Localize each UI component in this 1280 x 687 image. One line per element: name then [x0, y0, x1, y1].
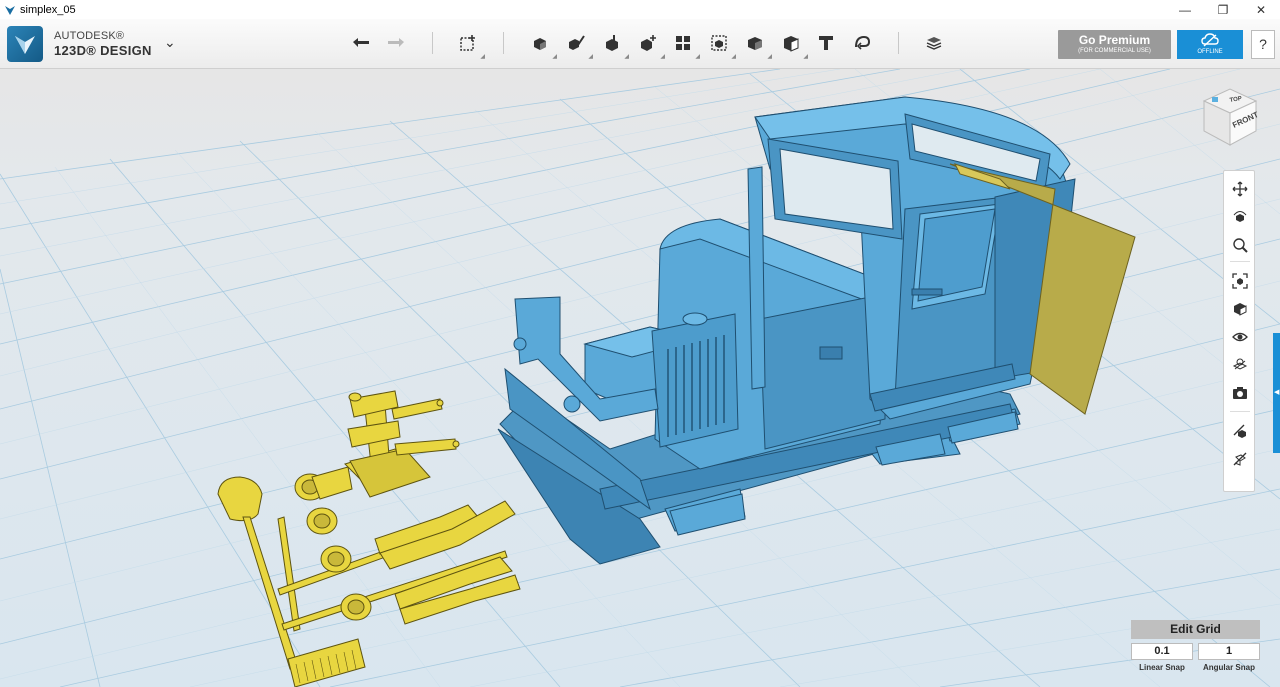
- close-button[interactable]: ✕: [1242, 0, 1280, 19]
- snap-icon[interactable]: [851, 32, 873, 54]
- autodesk-logo-icon: [15, 36, 35, 54]
- side-panel-toggle[interactable]: ◀: [1273, 333, 1280, 453]
- app-toolbar: AUTODESK® 123D® DESIGN ⌄ ◢ ◢ ◢ ◢ ◢ ◢ ◢ ◢: [0, 19, 1280, 69]
- modify-icon[interactable]: ◢: [601, 32, 629, 60]
- brand-company: AUTODESK®: [54, 30, 125, 42]
- materials-view-icon[interactable]: [1230, 355, 1250, 375]
- view-cube[interactable]: TOP FRONT: [1198, 83, 1260, 149]
- screenshot-icon[interactable]: [1230, 383, 1250, 403]
- grouping-icon[interactable]: ◢: [672, 32, 700, 60]
- app-logo-icon: [5, 5, 15, 15]
- visibility-icon[interactable]: [1230, 327, 1250, 347]
- pattern-icon[interactable]: ◢: [637, 32, 665, 60]
- view-cube-icon: TOP FRONT: [1202, 88, 1260, 146]
- fit-icon[interactable]: [1230, 271, 1250, 291]
- linear-snap-label: Linear Snap: [1139, 663, 1185, 672]
- views-icon[interactable]: [1230, 299, 1250, 319]
- restore-button[interactable]: ❐: [1204, 0, 1242, 19]
- minimize-button[interactable]: —: [1166, 0, 1204, 19]
- app-menu-chevron-icon[interactable]: ⌄: [164, 34, 176, 51]
- toolbar-divider: [432, 32, 433, 54]
- construct-icon[interactable]: ◢: [565, 32, 593, 60]
- combine-icon[interactable]: ◢: [708, 32, 736, 60]
- hide-tool-icon[interactable]: [1230, 449, 1250, 469]
- angular-snap-input[interactable]: 1: [1198, 643, 1260, 660]
- 3d-viewport[interactable]: TOP FRONT ◀ Edit Grid 0.1 1 Linear Snap …: [0, 69, 1280, 687]
- window-titlebar: simplex_05 — ❐ ✕: [0, 0, 1280, 19]
- zoom-icon[interactable]: [1230, 235, 1250, 255]
- measure-icon[interactable]: ◢: [744, 32, 772, 60]
- orbit-icon[interactable]: [1230, 207, 1250, 227]
- offline-label: OFFLINE: [1197, 49, 1223, 55]
- toolbar-divider: [898, 32, 899, 54]
- grid-settings-panel: Edit Grid 0.1 1 Linear Snap Angular Snap: [1131, 620, 1260, 680]
- pan-icon[interactable]: [1230, 179, 1250, 199]
- angular-snap-label: Angular Snap: [1202, 663, 1255, 672]
- sketch-icon[interactable]: ◢: [529, 32, 557, 60]
- go-premium-button[interactable]: Go Premium (FOR COMMERCIAL USE): [1058, 30, 1171, 59]
- primitives-icon[interactable]: ◢: [457, 32, 485, 60]
- toolbar-divider: [503, 32, 504, 54]
- edit-grid-button[interactable]: Edit Grid: [1131, 620, 1260, 639]
- cloud-offline-icon: [1201, 33, 1219, 47]
- scene-canvas: [0, 69, 1280, 687]
- app-logo[interactable]: [7, 26, 43, 62]
- offline-button[interactable]: OFFLINE: [1177, 30, 1243, 59]
- chevron-left-icon: ◀: [1274, 389, 1280, 396]
- text-icon[interactable]: ◢: [780, 32, 808, 60]
- undo-icon[interactable]: [350, 32, 372, 54]
- materials-icon[interactable]: [923, 32, 945, 54]
- go-premium-label: Go Premium: [1078, 33, 1151, 47]
- go-premium-sublabel: (FOR COMMERCIAL USE): [1078, 48, 1151, 54]
- snap-tool-icon[interactable]: [1230, 421, 1250, 441]
- help-button[interactable]: ?: [1251, 30, 1275, 59]
- text-tool-icon[interactable]: [815, 32, 837, 54]
- window-title: simplex_05: [20, 3, 76, 16]
- brand-product: 123D® DESIGN: [54, 43, 152, 58]
- navigation-bar: [1223, 170, 1255, 492]
- linear-snap-input[interactable]: 0.1: [1131, 643, 1193, 660]
- redo-icon[interactable]: [385, 32, 407, 54]
